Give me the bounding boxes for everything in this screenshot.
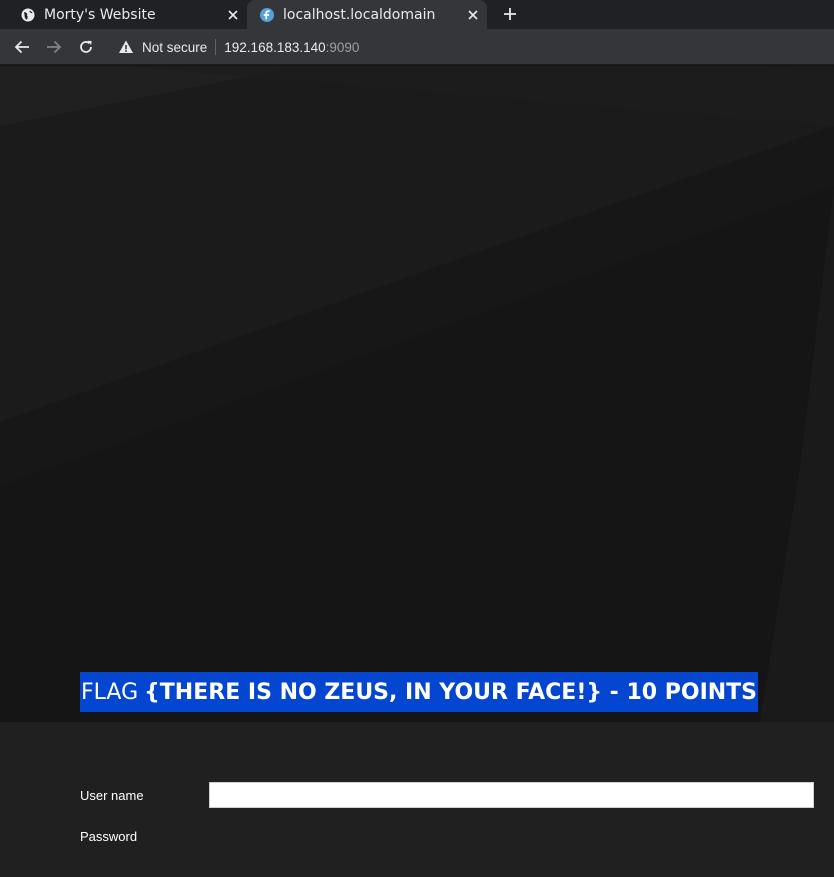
close-tab-icon[interactable] [465, 7, 481, 23]
reload-button[interactable] [76, 37, 96, 57]
security-status[interactable]: Not secure [142, 40, 207, 55]
back-button[interactable] [12, 37, 32, 57]
flag-banner: FLAG {THERE IS NO ZEUS, IN YOUR FACE!} -… [80, 672, 759, 712]
tab-mortys-website[interactable]: Morty's Website [0, 0, 247, 29]
tab-title: localhost.localdomain [283, 6, 436, 23]
flag-label: FLAG [81, 679, 139, 705]
page-content: FLAG {THERE IS NO ZEUS, IN YOUR FACE!} -… [0, 66, 834, 877]
flag-text: {THERE IS NO ZEUS, IN YOUR FACE!} - 10 P… [144, 679, 758, 705]
tab-title: Morty's Website [44, 6, 156, 23]
tab-localhost[interactable]: localhost.localdomain [247, 0, 487, 29]
tab-strip: Morty's Website localhost.localdomain [0, 0, 834, 29]
url-port[interactable]: :9090 [326, 40, 360, 55]
plus-icon [504, 8, 516, 20]
forward-button[interactable] [44, 37, 64, 57]
username-label: User name [80, 788, 144, 803]
arrow-right-icon [47, 40, 62, 54]
fedora-icon [260, 7, 274, 22]
login-form: User name Password [0, 722, 834, 877]
browser-toolbar: Not secure 192.168.183.140:9090 [0, 29, 834, 65]
warning-icon[interactable] [118, 39, 134, 55]
close-tab-icon[interactable] [225, 7, 241, 23]
omnibox-divider [215, 39, 217, 55]
arrow-left-icon [14, 40, 29, 54]
username-input[interactable] [209, 782, 814, 808]
url-host[interactable]: 192.168.183.140 [224, 40, 325, 55]
address-bar[interactable]: Not secure 192.168.183.140:9090 [110, 29, 834, 65]
reload-icon [80, 40, 92, 53]
password-label: Password [80, 829, 138, 844]
globe-icon [21, 8, 35, 21]
new-tab-button[interactable] [498, 2, 522, 26]
